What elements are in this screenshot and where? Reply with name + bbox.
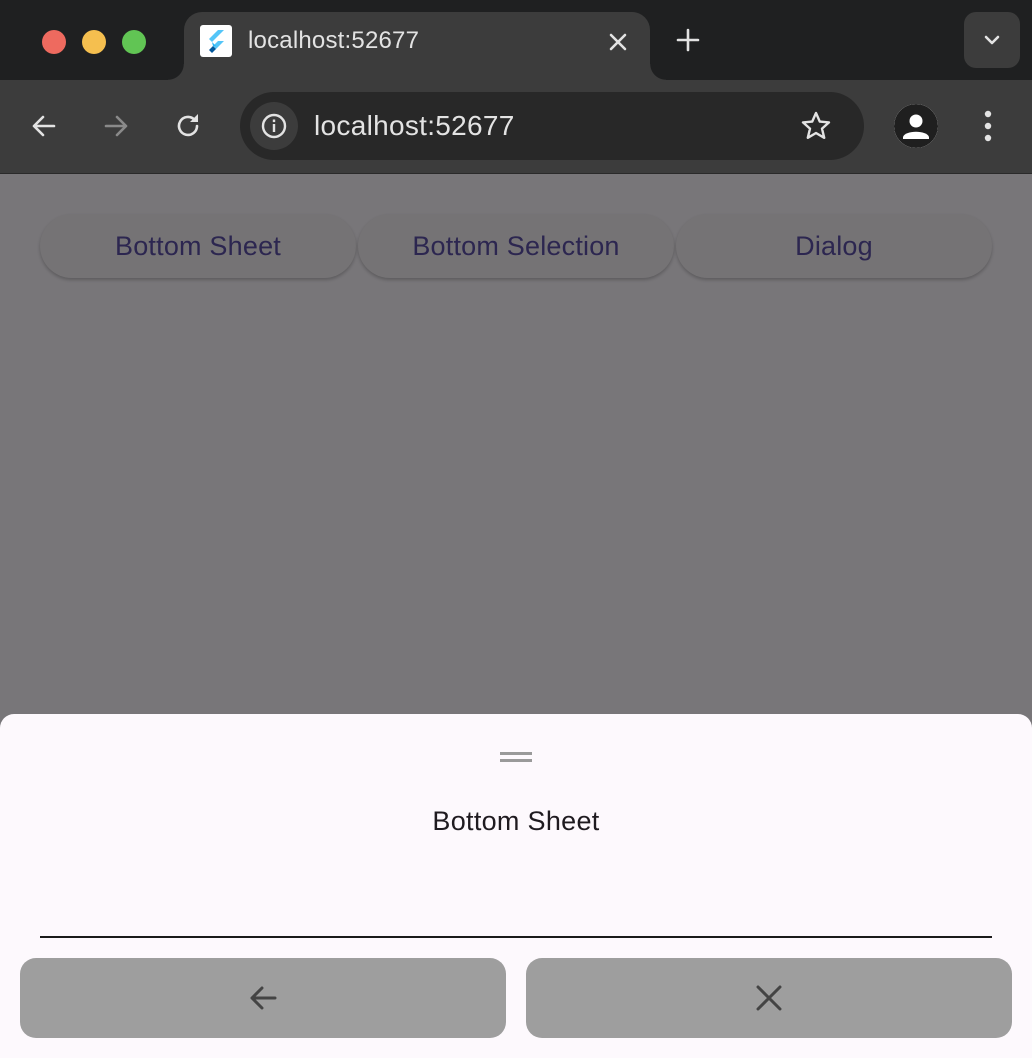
close-button[interactable] bbox=[526, 958, 1012, 1038]
bottom-sheet: Bottom Sheet bbox=[0, 714, 1032, 1058]
arrow-back-icon bbox=[250, 986, 277, 1010]
tab-title: localhost:52677 bbox=[248, 27, 420, 54]
person-icon[interactable] bbox=[894, 104, 938, 148]
flutter-logo-icon bbox=[200, 25, 232, 57]
star-icon[interactable] bbox=[798, 108, 834, 144]
tab-search-button[interactable] bbox=[964, 12, 1020, 68]
window-maximize-button[interactable] bbox=[122, 30, 146, 54]
back-button[interactable] bbox=[20, 958, 506, 1038]
arrow-left-icon[interactable] bbox=[26, 108, 62, 144]
bottom-selection-button[interactable]: Bottom Selection bbox=[358, 214, 674, 278]
close-icon bbox=[756, 985, 782, 1011]
address-bar[interactable]: localhost:52677 bbox=[240, 92, 864, 160]
bottom-sheet-button[interactable]: Bottom Sheet bbox=[40, 214, 356, 278]
dialog-button[interactable]: Dialog bbox=[676, 214, 992, 278]
divider bbox=[40, 936, 992, 938]
reload-icon[interactable] bbox=[170, 108, 206, 144]
chevron-down-icon bbox=[984, 35, 1000, 45]
plus-icon[interactable] bbox=[672, 24, 704, 56]
window-close-button[interactable] bbox=[42, 30, 66, 54]
window-minimize-button[interactable] bbox=[82, 30, 106, 54]
more-vert-icon[interactable] bbox=[970, 106, 1006, 146]
browser-toolbar: localhost:52677 bbox=[0, 80, 1032, 174]
close-icon[interactable] bbox=[604, 28, 632, 56]
arrow-right-icon[interactable] bbox=[98, 108, 134, 144]
url-text: localhost:52677 bbox=[314, 110, 515, 141]
sheet-title: Bottom Sheet bbox=[432, 806, 600, 836]
browser-tab[interactable]: localhost:52677 bbox=[168, 12, 666, 80]
info-icon[interactable] bbox=[250, 102, 298, 150]
browser-title-bar: localhost:52677 bbox=[0, 0, 1032, 80]
drag-handle-icon[interactable] bbox=[500, 750, 532, 762]
